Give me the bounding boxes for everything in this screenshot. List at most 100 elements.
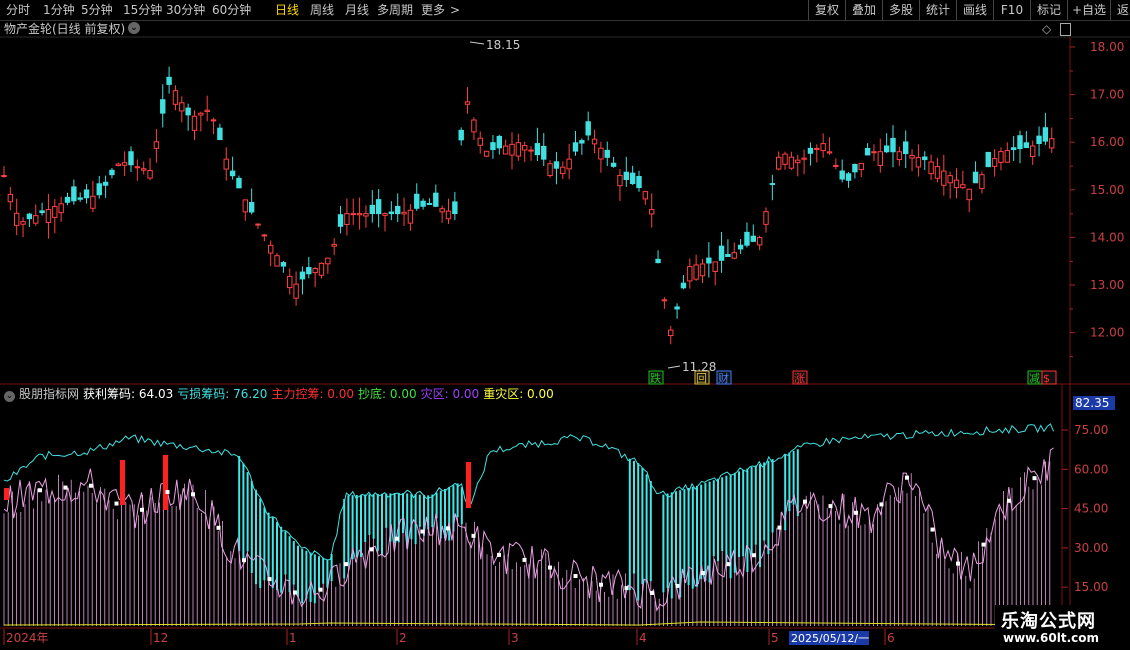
candle-body [502,145,509,155]
profit-point [879,502,884,507]
candle-body [280,262,287,267]
candle-body [401,211,407,215]
candle-body [185,107,191,116]
indicator-field-5: 重灾区: 0.00 [483,387,554,401]
profit-point [114,501,119,506]
candle-body [585,121,591,136]
candle-body [45,209,52,223]
candle-body [680,282,687,289]
time-label-5: 4 [639,631,647,645]
chevron-down-icon[interactable]: ⌄ [128,22,140,34]
candle-body [268,244,274,254]
profit-point [216,525,221,530]
price-tick-label: 14.00 [1090,230,1124,244]
signal-marker-0: 跌 [650,371,661,385]
time-label-6: 5 [771,631,779,645]
profit-point [905,475,909,480]
candle-body [776,156,782,170]
candle-body [153,141,160,149]
candle-body [1036,135,1042,145]
candle-body [420,200,426,207]
candle-body [877,151,883,167]
candle-body [102,181,109,186]
candle-body [293,283,299,299]
candle-body [572,142,579,152]
candle-body [839,170,845,180]
candle-body [668,329,674,337]
profit-point [267,577,272,582]
candle-body [96,183,102,196]
watermark-title: 乐淘公式网 [1001,611,1096,632]
watermark: 乐淘公式网 www.60lt.com [995,605,1130,650]
profit-point [89,483,93,488]
candle-body [433,192,439,207]
candle-body [1010,147,1017,151]
candle-body [509,143,515,156]
candle-body [953,179,960,189]
candle-body [198,112,204,116]
candle-body [795,159,801,164]
candle-body [706,257,712,264]
candle-body [998,151,1004,163]
candle-body [52,206,58,218]
time-label-3: 2 [399,631,407,645]
loss-line [3,423,1055,561]
kline-chart[interactable]: 18.0017.0016.0015.0014.0013.0012.00跌回财涨减… [0,0,1130,650]
profit-point [701,571,705,576]
candle-body [528,149,534,152]
candle-body [979,174,985,189]
candle-body [515,142,522,157]
profit-point [1032,476,1037,481]
candle-body [807,147,814,154]
profit-point [675,583,680,588]
candle-body [699,263,706,277]
candle-body [331,243,337,247]
candle-body [629,172,636,185]
indicator-tick-label: 30.00 [1074,541,1108,555]
candle-body [655,258,661,264]
candle-body [223,158,229,170]
profit-point [395,536,399,541]
candle-body [471,119,477,133]
profit-point [242,558,246,563]
candle-body [661,299,668,302]
candle-body [14,212,20,226]
profit-point [344,562,348,567]
candle-body [490,142,496,151]
indicator-legend: ⌄ 股朋指标网 获利筹码: 64.03 亏损筹码: 76.20 主力控筹: 0.00 抄底… [4,387,558,402]
candle-body [1023,142,1030,149]
candle-body [909,155,915,159]
chevron-down-icon[interactable]: ⌄ [4,391,15,402]
candle-body [541,145,547,160]
candle-body [1049,138,1055,149]
candle-body [20,221,26,225]
indicator-field-4: 灾区: 0.00 [420,387,480,401]
profit-point [522,557,527,562]
candle-body [763,211,769,225]
profit-point [828,504,833,509]
price-tick-label: 15.00 [1090,183,1124,197]
panel-toggle-icon[interactable] [1060,23,1071,36]
candle-body [1004,150,1010,163]
candle-body [566,158,572,170]
candle-body [210,119,217,122]
candle-body [71,186,77,202]
candle-body [128,151,134,166]
candle-body [890,137,896,153]
profit-point [956,561,960,566]
diamond-icon[interactable]: ◇ [1042,22,1051,36]
candle-body [1030,145,1036,157]
candle-body [496,135,503,149]
indicator-field-2: 主力控筹: 0.00 [271,387,355,401]
control-bar [4,488,9,500]
candle-body [782,153,788,165]
price-tick-label: 16.00 [1090,135,1124,149]
candle-body [350,213,356,216]
candle-body [693,264,699,280]
control-bar [163,455,168,510]
price-tick-label: 18.00 [1090,40,1124,54]
control-bar [466,462,471,508]
candle-body [610,162,617,167]
profit-point [650,590,654,595]
candle-body [718,245,725,261]
